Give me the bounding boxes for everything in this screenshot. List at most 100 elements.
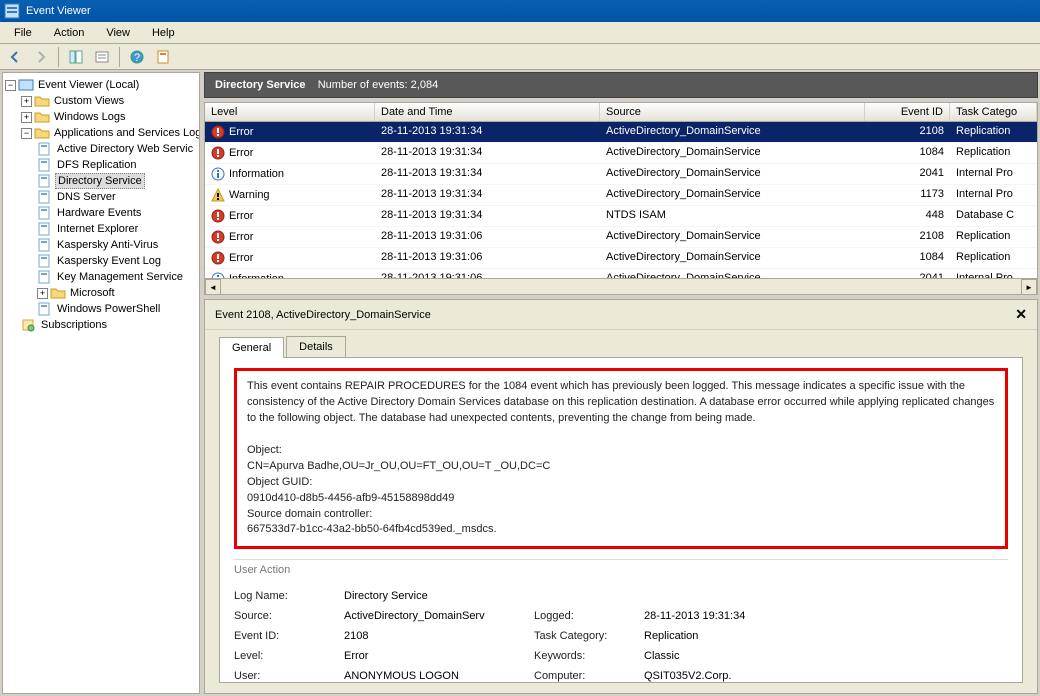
scroll-right-icon[interactable]: ► — [1021, 279, 1037, 295]
help-button[interactable]: ? — [126, 46, 148, 68]
prop-computer-label: Computer: — [534, 670, 634, 682]
log-title: Directory Service — [215, 79, 306, 91]
col-task-category[interactable]: Task Catego — [950, 103, 1037, 121]
tree-hardware-events[interactable]: Hardware Events — [5, 205, 197, 221]
tree-key-management[interactable]: Key Management Service — [5, 269, 197, 285]
tab-general[interactable]: General — [219, 337, 284, 358]
prop-keywords-label: Keywords: — [534, 650, 634, 662]
error-icon — [211, 230, 225, 244]
tab-details[interactable]: Details — [286, 336, 346, 357]
tree-root[interactable]: −Event Viewer (Local) — [5, 77, 197, 93]
table-row[interactable]: Error28-11-2013 19:31:34ActiveDirectory_… — [205, 122, 1037, 143]
info-icon — [211, 167, 225, 181]
tree-windows-powershell[interactable]: Windows PowerShell — [5, 301, 197, 317]
table-row[interactable]: Information28-11-2013 19:31:34ActiveDire… — [205, 164, 1037, 185]
prop-eventid-label: Event ID: — [234, 630, 334, 642]
prop-computer-value: QSIT035V2.Corp. — [644, 670, 844, 682]
col-level[interactable]: Level — [205, 103, 375, 121]
toolbar-separator — [119, 47, 120, 67]
tree-subscriptions[interactable]: Subscriptions — [5, 317, 197, 333]
prop-logged-value: 28-11-2013 19:31:34 — [644, 610, 844, 622]
prop-source-label: Source: — [234, 610, 334, 622]
toolbar-separator — [58, 47, 59, 67]
warn-icon — [211, 188, 225, 202]
error-icon — [211, 125, 225, 139]
menu-help[interactable]: Help — [142, 25, 185, 41]
navigation-tree[interactable]: −Event Viewer (Local) +Custom Views +Win… — [2, 72, 200, 694]
tree-internet-explorer[interactable]: Internet Explorer — [5, 221, 197, 237]
collapse-icon[interactable]: − — [5, 80, 16, 91]
menubar: File Action View Help — [0, 22, 1040, 44]
prop-level-label: Level: — [234, 650, 334, 662]
table-row[interactable]: Information28-11-2013 19:31:06ActiveDire… — [205, 269, 1037, 278]
tree-custom-views[interactable]: +Custom Views — [5, 93, 197, 109]
tree-kaspersky-av[interactable]: Kaspersky Anti-Virus — [5, 237, 197, 253]
app-icon — [4, 3, 20, 19]
collapse-icon[interactable]: − — [21, 128, 32, 139]
window-title: Event Viewer — [26, 5, 91, 17]
event-msg-p1: This event contains REPAIR PROCEDURES fo… — [247, 379, 995, 427]
expand-icon[interactable]: + — [21, 112, 32, 123]
detail-title: Event 2108, ActiveDirectory_DomainServic… — [215, 309, 431, 321]
event-object-label: Object: — [247, 443, 995, 459]
tree-kaspersky-event-log[interactable]: Kaspersky Event Log — [5, 253, 197, 269]
toolbar: ? — [0, 44, 1040, 70]
log-header: Directory Service Number of events: 2,08… — [204, 72, 1038, 98]
horizontal-scrollbar[interactable]: ◄ ► — [205, 278, 1037, 294]
event-grid: Level Date and Time Source Event ID Task… — [204, 102, 1038, 295]
expand-icon[interactable]: + — [37, 288, 48, 299]
prop-category-label: Task Category: — [534, 630, 634, 642]
tree-ad-web-services[interactable]: Active Directory Web Servic — [5, 141, 197, 157]
prop-keywords-value: Classic — [644, 650, 844, 662]
table-row[interactable]: Error28-11-2013 19:31:06ActiveDirectory_… — [205, 227, 1037, 248]
cutoff-text: User Action — [234, 559, 1008, 576]
prop-logged-label: Logged: — [534, 610, 634, 622]
tree-dns-server[interactable]: DNS Server — [5, 189, 197, 205]
prop-eventid-value: 2108 — [344, 630, 524, 642]
menu-file[interactable]: File — [4, 25, 42, 41]
detail-content[interactable]: This event contains REPAIR PROCEDURES fo… — [219, 357, 1023, 683]
event-sdc-label: Source domain controller: — [247, 507, 995, 523]
tree-windows-logs[interactable]: +Windows Logs — [5, 109, 197, 125]
event-sdc-value: 667533d7-b1cc-43a2-bb50-64fb4cd539ed._ms… — [247, 522, 995, 538]
grid-body[interactable]: Error28-11-2013 19:31:34ActiveDirectory_… — [205, 122, 1037, 278]
show-tree-button[interactable] — [65, 46, 87, 68]
tree-apps-services[interactable]: −Applications and Services Logs — [5, 125, 197, 141]
expand-icon[interactable]: + — [21, 96, 32, 107]
grid-header: Level Date and Time Source Event ID Task… — [205, 103, 1037, 122]
error-icon — [211, 251, 225, 265]
scroll-left-icon[interactable]: ◄ — [205, 279, 221, 295]
table-row[interactable]: Warning28-11-2013 19:31:34ActiveDirector… — [205, 185, 1037, 206]
menu-action[interactable]: Action — [44, 25, 95, 41]
event-message-box: This event contains REPAIR PROCEDURES fo… — [234, 368, 1008, 549]
log-count: Number of events: 2,084 — [318, 79, 438, 91]
close-icon[interactable]: ✕ — [1015, 306, 1027, 323]
error-icon — [211, 209, 225, 223]
detail-pane: Event 2108, ActiveDirectory_DomainServic… — [204, 299, 1038, 694]
window-titlebar: Event Viewer — [0, 0, 1040, 22]
tree-directory-service[interactable]: Directory Service — [5, 173, 197, 189]
prop-category-value: Replication — [644, 630, 844, 642]
prop-logname-value: Directory Service — [344, 590, 844, 602]
event-guid-value: 0910d410-d8b5-4456-afb9-45158898dd49 — [247, 491, 995, 507]
event-guid-label: Object GUID: — [247, 475, 995, 491]
tree-microsoft[interactable]: +Microsoft — [5, 285, 197, 301]
col-date[interactable]: Date and Time — [375, 103, 600, 121]
prop-user-value: ANONYMOUS LOGON — [344, 670, 524, 682]
back-button[interactable] — [4, 46, 26, 68]
error-icon — [211, 146, 225, 160]
filter-button[interactable] — [91, 46, 113, 68]
svg-text:?: ? — [134, 52, 140, 64]
table-row[interactable]: Error28-11-2013 19:31:06ActiveDirectory_… — [205, 248, 1037, 269]
menu-view[interactable]: View — [96, 25, 140, 41]
col-source[interactable]: Source — [600, 103, 865, 121]
col-event-id[interactable]: Event ID — [865, 103, 950, 121]
event-object-value: CN=Apurva Badhe,OU=Jr_OU,OU=FT_OU,OU=T _… — [247, 459, 995, 475]
prop-source-value: ActiveDirectory_DomainServ — [344, 610, 524, 622]
forward-button[interactable] — [30, 46, 52, 68]
tree-dfs-replication[interactable]: DFS Replication — [5, 157, 197, 173]
table-row[interactable]: Error28-11-2013 19:31:34ActiveDirectory_… — [205, 143, 1037, 164]
properties-button[interactable] — [152, 46, 174, 68]
detail-tabs: General Details — [205, 330, 1037, 357]
table-row[interactable]: Error28-11-2013 19:31:34NTDS ISAM448Data… — [205, 206, 1037, 227]
